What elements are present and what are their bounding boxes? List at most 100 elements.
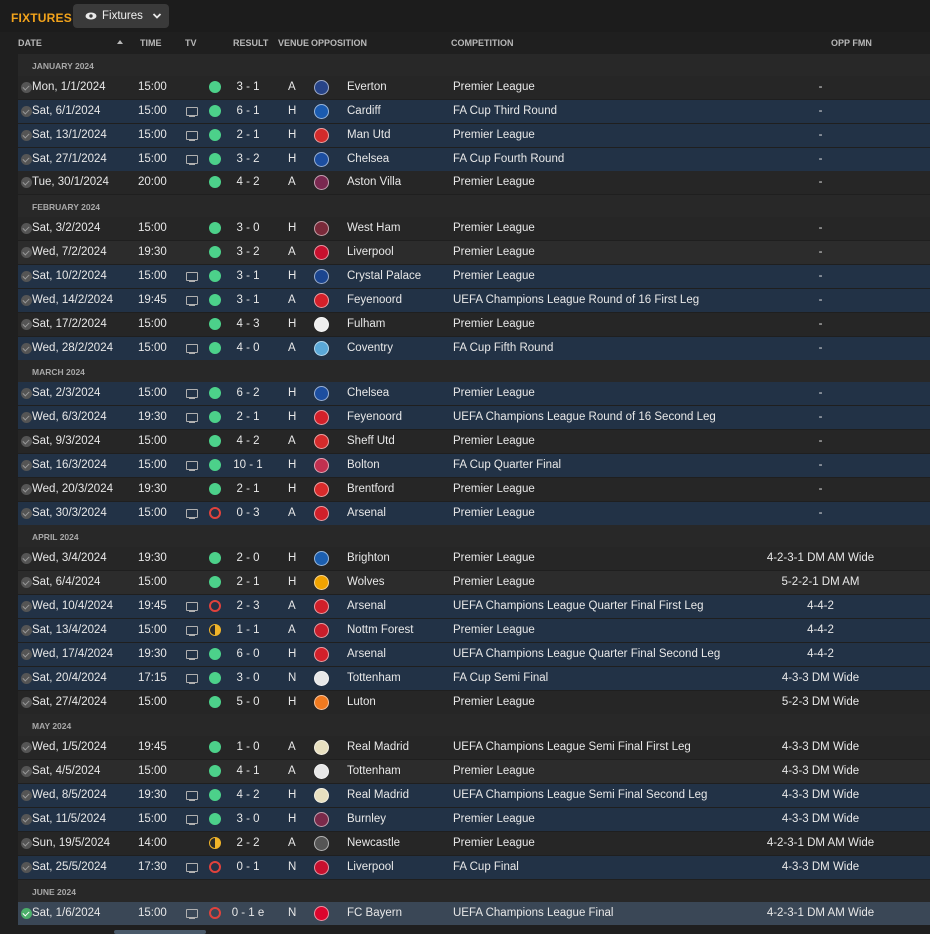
fixture-row[interactable]: Mon, 1/1/2024 15:00 3 - 1 A Everton Premier L… <box>18 76 930 99</box>
fixture-row[interactable]: Wed, 6/3/2024 19:30 2 - 1 H Feyenoord UEFA Ch… <box>18 406 930 429</box>
fixture-row[interactable]: Sat, 20/4/2024 17:15 3 - 0 N Tottenham FA Cup… <box>18 667 930 690</box>
fixture-competition[interactable]: UEFA Champions League Round of 16 First … <box>453 294 699 306</box>
fixture-opposition[interactable]: Cardiff <box>347 105 381 117</box>
col-header-competition[interactable]: COMPETITION <box>451 38 514 48</box>
fixture-row[interactable]: Wed, 28/2/2024 15:00 4 - 0 A Coventry FA Cup … <box>18 337 930 360</box>
col-header-time[interactable]: TIME <box>140 38 162 48</box>
fixture-row[interactable]: Sat, 3/2/2024 15:00 3 - 0 H West Ham Premier … <box>18 217 930 240</box>
fixture-competition[interactable]: Premier League <box>453 81 535 93</box>
fixture-opposition[interactable]: Real Madrid <box>347 789 409 801</box>
fixture-opposition[interactable]: Tottenham <box>347 765 401 777</box>
fixture-result[interactable]: 4 - 2 <box>226 435 270 447</box>
col-header-opp-fmn[interactable]: OPP FMN <box>831 38 872 48</box>
fixture-result[interactable]: 3 - 2 <box>226 246 270 258</box>
fixture-row[interactable]: Sat, 4/5/2024 15:00 4 - 1 A Tottenham Premier… <box>18 760 930 783</box>
fixture-result[interactable]: 4 - 0 <box>226 342 270 354</box>
fixture-opposition[interactable]: Luton <box>347 696 376 708</box>
fixture-result[interactable]: 6 - 0 <box>226 648 270 660</box>
fixture-result[interactable]: 3 - 2 <box>226 153 270 165</box>
fixture-result[interactable]: 10 - 1 <box>226 459 270 471</box>
fixture-opposition[interactable]: West Ham <box>347 222 400 234</box>
fixture-opposition[interactable]: Arsenal <box>347 648 386 660</box>
fixture-opposition[interactable]: Sheff Utd <box>347 435 395 447</box>
fixture-opposition[interactable]: Fulham <box>347 318 385 330</box>
fixture-competition[interactable]: FA Cup Semi Final <box>453 672 548 684</box>
fixture-row[interactable]: Sat, 6/1/2024 15:00 6 - 1 H Cardiff FA Cup Th… <box>18 100 930 123</box>
fixture-competition[interactable]: Premier League <box>453 765 535 777</box>
fixture-result[interactable]: 0 - 1 <box>226 861 270 873</box>
fixture-row[interactable]: Sat, 9/3/2024 15:00 4 - 2 A Sheff Utd Premier… <box>18 430 930 453</box>
fixture-result[interactable]: 2 - 1 <box>226 129 270 141</box>
fixture-competition[interactable]: UEFA Champions League Quarter Final Firs… <box>453 600 704 612</box>
fixture-opposition[interactable]: Nottm Forest <box>347 624 413 636</box>
fixture-row[interactable]: Sat, 27/1/2024 15:00 3 - 2 H Chelsea FA Cup F… <box>18 148 930 171</box>
fixture-opposition[interactable]: Brighton <box>347 552 390 564</box>
fixture-competition[interactable]: UEFA Champions League Final <box>453 907 613 919</box>
fixture-row[interactable]: Sat, 11/5/2024 15:00 3 - 0 H Burnley Premier … <box>18 808 930 831</box>
fixture-opposition[interactable]: Feyenoord <box>347 294 402 306</box>
fixture-result[interactable]: 4 - 3 <box>226 318 270 330</box>
fixture-opposition[interactable]: Arsenal <box>347 600 386 612</box>
fixture-result[interactable]: 1 - 1 <box>226 624 270 636</box>
fixture-competition[interactable]: Premier League <box>453 129 535 141</box>
fixture-competition[interactable]: Premier League <box>453 624 535 636</box>
fixture-result[interactable]: 4 - 2 <box>226 176 270 188</box>
fixture-competition[interactable]: UEFA Champions League Semi Final Second … <box>453 789 707 801</box>
fixture-competition[interactable]: FA Cup Fourth Round <box>453 153 564 165</box>
fixture-result[interactable]: 3 - 0 <box>226 813 270 825</box>
fixture-row[interactable]: Sat, 10/2/2024 15:00 3 - 1 H Crystal Palace P… <box>18 265 930 288</box>
fixture-row[interactable]: Wed, 8/5/2024 19:30 4 - 2 H Real Madrid UEFA … <box>18 784 930 807</box>
col-header-tv[interactable]: TV <box>185 38 197 48</box>
fixture-competition[interactable]: UEFA Champions League Round of 16 Second… <box>453 411 716 423</box>
fixture-opposition[interactable]: Aston Villa <box>347 176 401 188</box>
fixture-row[interactable]: Tue, 30/1/2024 20:00 4 - 2 A Aston Villa Prem… <box>18 171 930 194</box>
fixture-competition[interactable]: FA Cup Final <box>453 861 519 873</box>
fixture-competition[interactable]: FA Cup Fifth Round <box>453 342 553 354</box>
fixture-result[interactable]: 2 - 3 <box>226 600 270 612</box>
fixture-competition[interactable]: FA Cup Third Round <box>453 105 557 117</box>
fixture-result[interactable]: 6 - 1 <box>226 105 270 117</box>
fixture-row[interactable]: Sat, 16/3/2024 15:00 10 - 1 H Bolton FA Cup Q… <box>18 454 930 477</box>
fixture-opposition[interactable]: Coventry <box>347 342 393 354</box>
fixture-competition[interactable]: Premier League <box>453 222 535 234</box>
fixture-row[interactable]: Sat, 13/4/2024 15:00 1 - 1 A Nottm Forest Pre… <box>18 619 930 642</box>
fixture-opposition[interactable]: Liverpool <box>347 246 394 258</box>
fixture-row[interactable]: Sat, 30/3/2024 15:00 0 - 3 A Arsenal Premier … <box>18 502 930 525</box>
fixture-row[interactable]: Sat, 6/4/2024 15:00 2 - 1 H Wolves Premier Le… <box>18 571 930 594</box>
fixture-opposition[interactable]: Wolves <box>347 576 385 588</box>
fixture-opposition[interactable]: Chelsea <box>347 387 389 399</box>
fixture-row[interactable]: Sat, 2/3/2024 15:00 6 - 2 H Chelsea Premier L… <box>18 382 930 405</box>
fixture-opposition[interactable]: Burnley <box>347 813 386 825</box>
fixture-result[interactable]: 3 - 0 <box>226 672 270 684</box>
col-header-opposition[interactable]: OPPOSITION <box>311 38 367 48</box>
fixture-competition[interactable]: Premier League <box>453 176 535 188</box>
fixture-opposition[interactable]: Feyenoord <box>347 411 402 423</box>
fixture-opposition[interactable]: Everton <box>347 81 387 93</box>
fixture-result[interactable]: 4 - 2 <box>226 789 270 801</box>
fixture-opposition[interactable]: Chelsea <box>347 153 389 165</box>
fixture-result[interactable]: 3 - 0 <box>226 222 270 234</box>
fixture-competition[interactable]: Premier League <box>453 576 535 588</box>
fixture-row[interactable]: Wed, 17/4/2024 19:30 6 - 0 H Arsenal UEFA Cha… <box>18 643 930 666</box>
fixture-opposition[interactable]: Crystal Palace <box>347 270 421 282</box>
fixture-row[interactable]: Sat, 25/5/2024 17:30 0 - 1 N Liverpool FA Cup… <box>18 856 930 879</box>
fixture-competition[interactable]: Premier League <box>453 318 535 330</box>
fixture-opposition[interactable]: Newcastle <box>347 837 400 849</box>
fixture-result[interactable]: 2 - 2 <box>226 837 270 849</box>
fixture-competition[interactable]: Premier League <box>453 483 535 495</box>
col-header-result[interactable]: RESULT <box>233 38 268 48</box>
fixture-competition[interactable]: Premier League <box>453 837 535 849</box>
fixture-row[interactable]: Sat, 13/1/2024 15:00 2 - 1 H Man Utd Premier … <box>18 124 930 147</box>
fixture-row[interactable]: Wed, 10/4/2024 19:45 2 - 3 A Arsenal UEFA Cha… <box>18 595 930 618</box>
view-selector-button[interactable]: Fixtures <box>73 4 169 28</box>
fixture-competition[interactable]: FA Cup Quarter Final <box>453 459 561 471</box>
fixture-row[interactable]: Sun, 19/5/2024 14:00 2 - 2 A Newcastle Premie… <box>18 832 930 855</box>
fixture-competition[interactable]: Premier League <box>453 813 535 825</box>
fixture-competition[interactable]: Premier League <box>453 435 535 447</box>
fixture-competition[interactable]: Premier League <box>453 246 535 258</box>
fixture-opposition[interactable]: Real Madrid <box>347 741 409 753</box>
fixture-competition[interactable]: Premier League <box>453 696 535 708</box>
fixture-result[interactable]: 3 - 1 <box>226 270 270 282</box>
fixture-row[interactable]: Sat, 1/6/2024 15:00 0 - 1 e N FC Bayern UEFA … <box>18 902 930 925</box>
fixture-opposition[interactable]: Liverpool <box>347 861 394 873</box>
